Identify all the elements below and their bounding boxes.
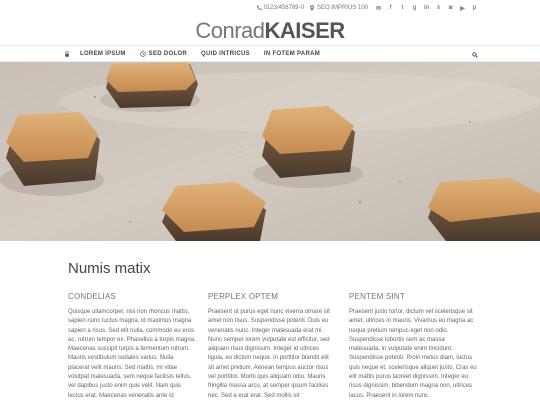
- main-content: Numis matix CONDELIAS Quisque ullamcorpe…: [0, 241, 540, 405]
- nav-item-lorem-ipsum[interactable]: LOREM IPSUM: [80, 51, 126, 57]
- content-column: PERPLEX OPTEM Praesent ut purus eget nun…: [208, 292, 336, 401]
- map-marker-icon: [309, 5, 315, 11]
- twitter-icon[interactable]: t: [399, 5, 406, 12]
- nav-item-sed-dolor[interactable]: SED DOLOR: [139, 50, 188, 57]
- nav-label: QUID INTRICUS: [201, 50, 250, 57]
- column-text: Praesent justo tortor, dictum vel sceler…: [349, 309, 477, 399]
- bolt-head: [100, 62, 200, 112]
- social-links: ✉ f t g in x ◙ ▶ p: [375, 5, 478, 12]
- logo-first-name: Conrad: [195, 18, 265, 43]
- column-title: PENTEM SINT: [349, 292, 405, 301]
- youtube-icon[interactable]: ▶: [459, 5, 466, 12]
- instagram-icon[interactable]: ◙: [447, 5, 454, 12]
- pinterest-icon[interactable]: p: [471, 5, 478, 12]
- facebook-icon[interactable]: f: [387, 5, 394, 12]
- clock-icon: [139, 50, 146, 57]
- content-column: CONDELIAS Quisque ullamcorper, nisi non …: [68, 292, 196, 401]
- column-text: Praesent ut purus eget nunc viverra orna…: [208, 309, 330, 399]
- nav-label: IN FOTEM PARAM: [263, 50, 321, 57]
- xing-icon[interactable]: x: [435, 5, 442, 12]
- site-logo[interactable]: ConradKAISER: [0, 18, 540, 44]
- main-navigation: LOREM IPSUM SED DOLOR QUID INTRICUS IN F…: [0, 45, 540, 62]
- content-column: PENTEM SINT Praesent justo tortor, dictu…: [349, 292, 477, 401]
- phone-info[interactable]: 0123/456789-0: [256, 5, 304, 11]
- column-title: CONDELIAS: [68, 292, 117, 301]
- bolt-head: [428, 178, 540, 241]
- linkedin-icon[interactable]: in: [423, 5, 430, 12]
- top-bar: 0123/456789-0 SEO IMPRIUS 100 ✉ f t g in…: [256, 0, 478, 16]
- mail-icon[interactable]: ✉: [375, 5, 382, 12]
- phone-number: 0123/456789-0: [263, 5, 304, 11]
- location-text: SEO IMPRIUS 100: [316, 5, 368, 11]
- nav-item-quid-intricus[interactable]: QUID INTRICUS: [201, 51, 250, 57]
- google-plus-icon[interactable]: g: [411, 5, 418, 12]
- phone-icon: [256, 5, 262, 11]
- column-title: PERPLEX OPTEM: [208, 292, 279, 301]
- column-text: Quisque ullamcorper, nisi non rhoncus ma…: [68, 309, 196, 399]
- page-title: Numis matix: [68, 260, 151, 277]
- bolt-head: [0, 112, 104, 196]
- nav-label: LOREM IPSUM: [80, 50, 126, 57]
- nav-item-in-fotem-param[interactable]: IN FOTEM PARAM: [264, 51, 320, 57]
- nav-label: SED DOLOR: [148, 50, 188, 57]
- location-info[interactable]: SEO IMPRIUS 100: [309, 5, 368, 11]
- hero-image: [0, 62, 540, 241]
- logo-last-name: KAISER: [264, 18, 346, 43]
- home-lock-icon[interactable]: [62, 50, 72, 57]
- search-icon[interactable]: [472, 45, 478, 63]
